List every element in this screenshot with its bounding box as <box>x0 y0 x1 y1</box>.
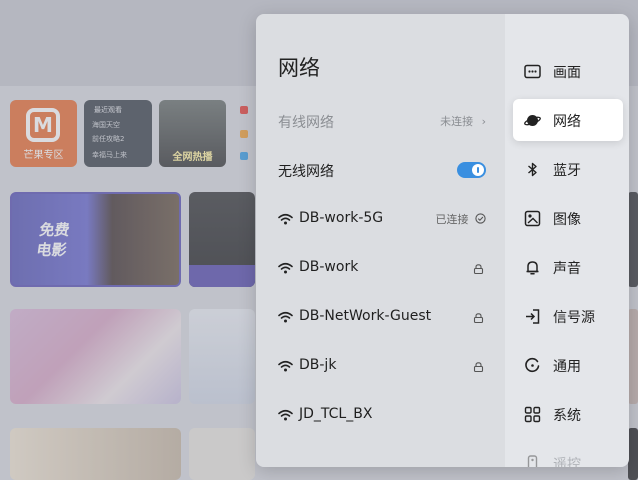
wired-network-label: 有线网络 <box>278 115 334 131</box>
wireless-network-row[interactable]: 无线网络 <box>278 155 486 185</box>
wifi-ssid: JD_TCL_BX <box>299 406 373 422</box>
sidebar-item-label: 画面 <box>553 65 581 81</box>
page-title: 网络 <box>278 56 320 80</box>
input-source-icon <box>526 309 540 324</box>
general-icon <box>525 357 540 373</box>
chevron-right-icon: › <box>481 115 486 128</box>
sidebar-item-system[interactable]: 系统 <box>513 393 623 435</box>
settings-sidebar: 画面 网络 蓝牙 图像 声音 信号源 通用 系统 遥控 <box>505 14 629 467</box>
wired-status-text: 未连接 <box>440 115 474 128</box>
wifi-icon <box>278 262 293 274</box>
wifi-network-row[interactable]: DB-work-5G 已连接 <box>278 204 486 234</box>
sidebar-item-network[interactable]: 网络 <box>513 99 623 141</box>
sidebar-item-label: 系统 <box>553 408 581 424</box>
network-planet-icon <box>524 115 541 126</box>
wireless-toggle[interactable] <box>457 162 486 178</box>
sidebar-item-label: 遥控 <box>553 457 581 467</box>
wifi-status-text: 已连接 <box>435 213 469 226</box>
remote-icon <box>527 455 538 467</box>
network-settings-content: 网络 有线网络 未连接 › 无线网络 DB-work-5G 已连接 DB-wor… <box>256 14 505 467</box>
lock-icon <box>473 264 484 274</box>
wifi-ssid: DB-jk <box>299 357 337 373</box>
toggle-knob <box>472 164 484 176</box>
sidebar-item-general[interactable]: 通用 <box>513 344 623 386</box>
wired-network-status: 未连接 › <box>440 113 486 129</box>
wifi-icon <box>278 360 293 372</box>
sidebar-item-label: 图像 <box>553 212 581 228</box>
sidebar-item-label: 网络 <box>553 114 581 130</box>
wifi-network-row[interactable]: JD_TCL_BX <box>278 400 486 430</box>
lock-icon <box>473 362 484 372</box>
sidebar-item-input-source[interactable]: 信号源 <box>513 295 623 337</box>
wifi-ssid: DB-NetWork-Guest <box>299 308 432 324</box>
sidebar-item-picture[interactable]: 画面 <box>513 50 623 92</box>
sidebar-item-image[interactable]: 图像 <box>513 197 623 239</box>
wifi-network-row[interactable]: DB-NetWork-Guest <box>278 302 486 332</box>
wifi-network-row[interactable]: DB-jk <box>278 351 486 381</box>
wifi-ssid: DB-work <box>299 259 359 275</box>
wifi-icon <box>278 311 293 323</box>
wifi-icon <box>278 409 293 421</box>
wireless-network-label: 无线网络 <box>278 164 334 180</box>
check-circle-icon <box>475 213 486 224</box>
sidebar-item-label: 通用 <box>553 359 581 375</box>
sidebar-item-remote[interactable]: 遥控 <box>513 442 623 467</box>
settings-panel: 网络 有线网络 未连接 › 无线网络 DB-work-5G 已连接 DB-wor… <box>256 14 629 467</box>
sidebar-item-sound[interactable]: 声音 <box>513 246 623 288</box>
sidebar-item-label: 信号源 <box>553 310 595 326</box>
wired-network-row[interactable]: 有线网络 未连接 › <box>278 106 486 136</box>
wifi-ssid: DB-work-5G <box>299 210 384 226</box>
bell-icon <box>526 261 539 275</box>
image-icon <box>524 210 541 227</box>
sidebar-item-label: 蓝牙 <box>553 163 581 179</box>
picture-icon <box>524 64 541 79</box>
lock-icon <box>473 313 484 323</box>
sidebar-item-label: 声音 <box>553 261 581 277</box>
sidebar-item-bluetooth[interactable]: 蓝牙 <box>513 148 623 190</box>
wifi-connection-status: 已连接 <box>436 211 487 227</box>
bluetooth-icon <box>528 162 537 177</box>
wifi-icon <box>278 213 293 225</box>
system-grid-icon <box>524 406 541 423</box>
wifi-network-row[interactable]: DB-work <box>278 253 486 283</box>
